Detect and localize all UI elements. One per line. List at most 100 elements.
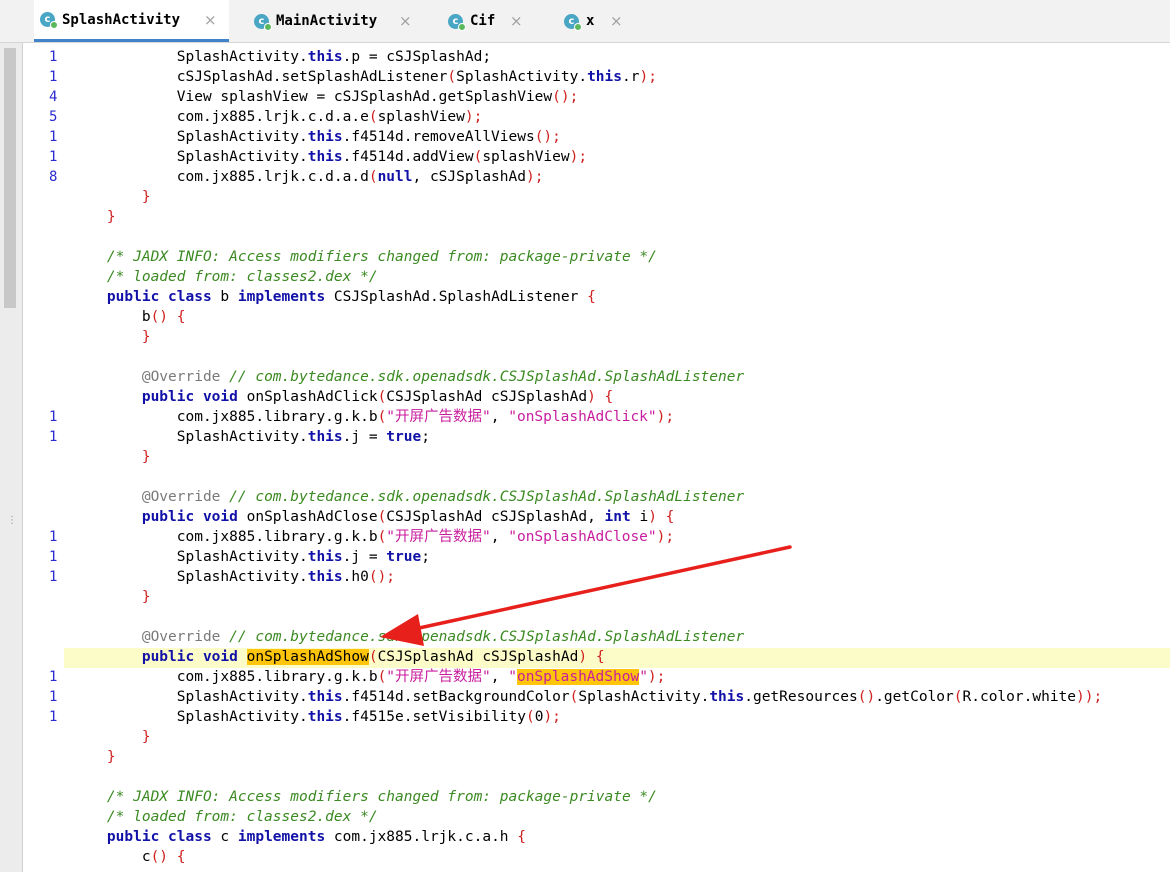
code-line[interactable]: } [72, 587, 151, 607]
code-line[interactable]: /* loaded from: classes2.dex */ [72, 267, 378, 287]
gutter-count: 1 [49, 669, 58, 685]
code-line[interactable]: SplashActivity.this.f4514d.addView(splas… [72, 147, 587, 167]
close-icon[interactable]: × [510, 12, 523, 30]
code-token: .j = [342, 429, 387, 445]
code-line[interactable]: @Override // com.bytedance.sdk.openadsdk… [72, 627, 744, 647]
code-token: { [176, 309, 186, 325]
code-token: .p = cSJSplashAd; [342, 49, 492, 65]
gutter-count: 1 [49, 69, 58, 85]
code-token: implements [237, 829, 326, 845]
close-icon[interactable]: × [204, 11, 217, 29]
code-line[interactable]: /* JADX INFO: Access modifiers changed f… [72, 787, 657, 807]
code-token: com.jx885.lrjk.c.a.h [325, 829, 518, 845]
code-token: ( [368, 169, 378, 185]
code-string: "onSplashAdClick" [508, 409, 657, 425]
code-token: CSJSplashAd cSJSplashAd [386, 389, 588, 405]
code-token: com.jx885.lrjk.c.d.a.e [176, 109, 369, 125]
code-line[interactable]: @Override // com.bytedance.sdk.openadsdk… [72, 487, 744, 507]
code-line[interactable]: /* JADX INFO: Access modifiers changed f… [72, 247, 657, 267]
code-token: .f4514d.addView [342, 149, 474, 165]
search-highlight: onSplashAdShow [516, 669, 640, 685]
tab-splashactivity[interactable]: c SplashActivity × [34, 0, 229, 42]
code-line[interactable]: /* loaded from: classes2.dex */ [72, 807, 378, 827]
code-token: { [517, 829, 526, 845]
code-line[interactable]: View splashView = cSJSplashAd.getSplashV… [72, 87, 579, 107]
code-token: com.jx885.lrjk.c.d.a.d [176, 169, 369, 185]
code-line[interactable]: SplashActivity.this.f4514d.setBackground… [72, 687, 1102, 707]
code-token: ); [543, 709, 561, 725]
arrow-shaft [408, 545, 792, 632]
code-line[interactable]: } [72, 447, 151, 467]
code-line[interactable]: } [72, 207, 116, 227]
code-token: ( [368, 109, 378, 125]
code-token: (); [368, 569, 396, 585]
code-line[interactable]: public void onSplashAdClick(CSJSplashAd … [72, 387, 613, 407]
code-line[interactable]: SplashActivity.this.f4515e.setVisibility… [72, 707, 561, 727]
code-line[interactable]: } [72, 747, 116, 767]
code-token: ( [377, 509, 387, 525]
close-icon[interactable]: × [399, 12, 412, 30]
code-token: public void [141, 649, 238, 665]
code-line[interactable]: public class c implements com.jx885.lrjk… [72, 827, 526, 847]
code-token: ) { [648, 509, 675, 525]
code-token: .h0 [342, 569, 369, 585]
code-line[interactable]: b() { [72, 307, 186, 327]
code-token: CSJSplashAd cSJSplashAd, [386, 509, 605, 525]
tab-x[interactable]: c x × [558, 0, 638, 42]
code-line[interactable]: com.jx885.lrjk.c.d.a.e(splashView); [72, 107, 483, 127]
code-token: SplashActivity. [176, 149, 308, 165]
gutter-count: 8 [49, 169, 58, 185]
left-scrollbar[interactable]: ⋮ [0, 43, 23, 872]
gutter-count: 1 [49, 569, 58, 585]
tab-cif[interactable]: c Cif × [442, 0, 542, 42]
code-token: int [604, 509, 631, 525]
code-token: this [307, 149, 343, 165]
code-annotation: @Override [141, 629, 221, 645]
splitter-grip-icon[interactable]: ⋮ [7, 516, 17, 526]
code-token: this [307, 569, 343, 585]
code-line[interactable]: } [72, 187, 151, 207]
close-icon[interactable]: × [610, 12, 623, 30]
code-line[interactable]: SplashActivity.this.j = true; [72, 547, 430, 567]
tab-label: SplashActivity [62, 11, 181, 28]
code-token: public class [106, 829, 212, 845]
code-token: null [377, 169, 413, 185]
code-line[interactable]: SplashActivity.this.j = true; [72, 427, 430, 447]
code-token: this [307, 429, 343, 445]
code-line[interactable]: } [72, 327, 151, 347]
code-line[interactable]: public class b implements CSJSplashAd.Sp… [72, 287, 596, 307]
code-line[interactable]: } [72, 727, 151, 747]
code-token: )); [1076, 689, 1103, 705]
code-token: CSJSplashAd.SplashAdListener [325, 289, 588, 305]
code-line[interactable]: SplashActivity.this.h0(); [72, 567, 395, 587]
code-line[interactable]: com.jx885.library.g.k.b("开屏广告数据", "onSpl… [72, 667, 665, 687]
gutter-count: 1 [49, 49, 58, 65]
code-token: { [176, 849, 186, 865]
code-line[interactable]: @Override // com.bytedance.sdk.openadsdk… [72, 367, 744, 387]
code-comment: // com.bytedance.sdk.openadsdk.CSJSplash… [229, 369, 745, 385]
code-line-current[interactable]: public void onSplashAdShow(CSJSplashAd c… [72, 647, 605, 667]
code-token: , cSJSplashAd [412, 169, 526, 185]
code-line[interactable]: com.jx885.lrjk.c.d.a.d(null, cSJSplashAd… [72, 167, 544, 187]
tab-mainactivity[interactable]: c MainActivity × [248, 0, 428, 42]
code-token: public class [106, 289, 212, 305]
code-line[interactable]: SplashActivity.this.f4514d.removeAllView… [72, 127, 561, 147]
code-token: SplashActivity. [176, 129, 308, 145]
code-line[interactable]: SplashActivity.this.p = cSJSplashAd; [72, 47, 491, 67]
code-line[interactable]: cSJSplashAd.setSplashAdListener(SplashAc… [72, 67, 657, 87]
code-token: (); [552, 89, 579, 105]
code-comment: /* JADX INFO: Access modifiers changed f… [106, 249, 657, 265]
code-token: i [630, 509, 649, 525]
code-token: .f4515e.setVisibility [342, 709, 526, 725]
code-line[interactable]: com.jx885.library.g.k.b("开屏广告数据", "onSpl… [72, 527, 674, 547]
code-line[interactable]: c() { [72, 847, 186, 867]
code-token: cSJSplashAd.setSplashAdListener [176, 69, 448, 85]
class-icon: c [254, 13, 272, 31]
code-line[interactable]: com.jx885.library.g.k.b("开屏广告数据", "onSpl… [72, 407, 674, 427]
code-line[interactable]: public void onSplashAdClose(CSJSplashAd … [72, 507, 675, 527]
code-string: "onSplashAdClose" [508, 529, 657, 545]
code-token: b [211, 289, 238, 305]
gutter-count: 1 [49, 429, 58, 445]
scrollbar-thumb[interactable] [4, 48, 16, 308]
code-token: ( [377, 389, 387, 405]
